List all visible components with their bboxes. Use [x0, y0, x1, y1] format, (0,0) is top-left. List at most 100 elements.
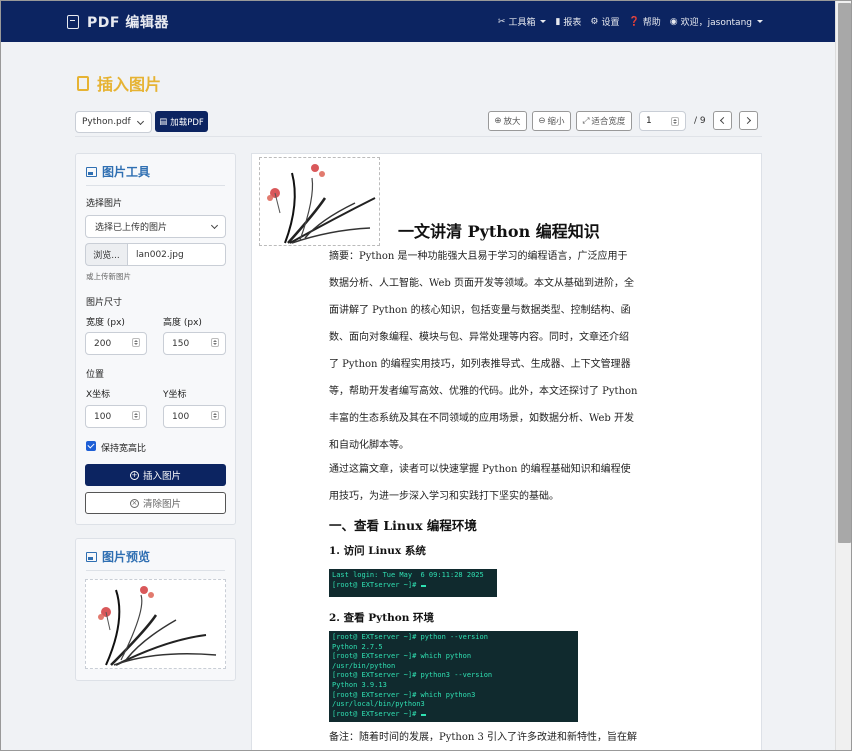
- select-image-label: 选择图片: [86, 199, 123, 209]
- page-number-input[interactable]: 1: [639, 111, 686, 131]
- pdf-file-icon: ▤: [159, 116, 168, 127]
- document-title: 一文讲清 Python 编程知识: [398, 222, 600, 241]
- scrollbar-thumb[interactable]: [838, 3, 851, 543]
- nav-settings-label: 设置: [601, 18, 620, 28]
- height-label: 高度 (px): [163, 318, 202, 328]
- fit-width-button[interactable]: ⤢ 适合宽度: [576, 111, 632, 131]
- keep-ratio-label[interactable]: 保持宽高比: [101, 441, 146, 454]
- image-icon: [86, 551, 97, 562]
- x-coordinate-input[interactable]: 100: [85, 405, 147, 428]
- divider: [86, 185, 225, 186]
- width-input[interactable]: 200: [85, 332, 147, 355]
- chevron-down-icon: [210, 221, 219, 230]
- zoom-out-label: 缩小: [547, 117, 565, 127]
- terminal-line: [root@ EXTserver ~]# which python: [332, 652, 472, 661]
- terminal-line: [root@ EXTserver ~]# python3 --version: [332, 671, 493, 680]
- pdf-file-select-value: Python.pdf: [82, 117, 131, 127]
- pdf-file-select[interactable]: Python.pdf: [75, 111, 152, 133]
- vertical-scrollbar[interactable]: [835, 1, 851, 750]
- height-input[interactable]: 150: [163, 332, 226, 355]
- upload-hint: 或上传新图片: [86, 272, 131, 281]
- plus-circle-icon: +: [129, 470, 139, 480]
- abstract-paragraph: 摘要：Python 是一种功能强大且易于学习的编程语言，广泛应用于 数据分析、人…: [329, 243, 689, 459]
- uploaded-image-select[interactable]: 选择已上传的图片: [85, 215, 226, 238]
- gear-icon: ⚙: [590, 16, 599, 27]
- y-coordinate-input[interactable]: 100: [163, 405, 226, 428]
- image-preview-panel: 图片预览: [75, 538, 236, 681]
- clear-image-button[interactable]: × 清除图片: [85, 492, 226, 514]
- terminal-line: /usr/local/bin/python3: [332, 700, 425, 709]
- caret-down-icon: [540, 20, 547, 23]
- nav-help[interactable]: ❓ 帮助: [629, 15, 661, 29]
- insert-image-button[interactable]: + 插入图片: [85, 464, 226, 486]
- nav-menu: ✂ 工具箱 ▮ 报表 ⚙ 设置 ❓ 帮助 ◉ 欢迎，jasontang: [498, 1, 763, 42]
- nav-reports[interactable]: ▮ 报表: [555, 15, 582, 29]
- spinner-icon[interactable]: [132, 411, 140, 420]
- chevron-left-icon: [719, 116, 728, 125]
- image-preview-title: 图片预览: [86, 548, 150, 565]
- pdf-file-icon: [77, 75, 89, 91]
- nav-tools-dropdown[interactable]: ✂ 工具箱: [498, 15, 547, 28]
- note-paragraph: 备注：随着时间的发展，Python 3 引入了许多改进和新特性，旨在解: [329, 732, 638, 743]
- brand-title: PDF 编辑器: [87, 14, 169, 31]
- intro-line: 通过这篇文章，读者可以快速掌握 Python 的编程基础知识和编程使: [329, 464, 631, 475]
- fit-width-icon: ⤢: [582, 116, 590, 126]
- terminal-prompt: [root@ EXTserver ~]#: [332, 580, 421, 589]
- nav-user-dropdown[interactable]: ◉ 欢迎，jasontang: [670, 15, 763, 28]
- height-value: 150: [172, 338, 190, 349]
- zoom-in-icon: ⊕: [494, 116, 502, 126]
- brand[interactable]: PDF 编辑器: [67, 12, 169, 32]
- zoom-out-button[interactable]: ⊖ 缩小: [532, 111, 571, 131]
- x-coordinate-value: 100: [94, 411, 112, 422]
- terminal-screenshot-login: Last login: Tue May 6 09:11:28 2025 [root…: [329, 569, 497, 597]
- zoom-out-icon: ⊖: [538, 116, 546, 126]
- y-coordinate-value: 100: [172, 411, 190, 422]
- insert-image-label: 插入图片: [142, 471, 181, 482]
- keep-ratio-checkbox[interactable]: [86, 441, 96, 451]
- clear-image-label: 清除图片: [142, 499, 181, 510]
- file-input[interactable]: lan002.jpg: [127, 243, 226, 266]
- image-preview: [85, 579, 226, 669]
- inserted-image[interactable]: [259, 157, 380, 246]
- terminal-line: Python 2.7.5: [332, 642, 383, 651]
- x-coordinate-label: X坐标: [86, 390, 111, 400]
- terminal-prompt: [root@ EXTserver ~]#: [332, 709, 421, 718]
- browse-button[interactable]: 浏览...: [85, 243, 127, 266]
- spinner-icon[interactable]: [132, 338, 140, 347]
- spinner-icon[interactable]: [211, 411, 219, 420]
- divider: [86, 570, 225, 571]
- abstract-line: 面讲解了 Python 的核心知识，包括变量与数据类型、控制结构、函: [329, 305, 631, 316]
- abstract-line: 数据分析、人工智能、Web 页面开发等领域。本文从基础到进阶，全: [329, 278, 634, 289]
- spinner-icon[interactable]: [671, 117, 679, 126]
- load-pdf-button[interactable]: ▤ 加载PDF: [155, 111, 208, 132]
- prev-page-button[interactable]: [713, 111, 732, 130]
- wrench-icon: ✂: [497, 16, 506, 27]
- page-total: / 9: [694, 116, 706, 126]
- close-circle-icon: ×: [129, 498, 139, 508]
- caret-down-icon: [757, 20, 763, 23]
- uploaded-image-select-value: 选择已上传的图片: [95, 223, 168, 233]
- spinner-icon[interactable]: [211, 338, 219, 347]
- intro-paragraph: 通过这篇文章，读者可以快速掌握 Python 的编程基础知识和编程使 用技巧，为…: [329, 456, 689, 510]
- subsection-heading: 2. 查看 Python 环境: [329, 612, 435, 624]
- zoom-in-button[interactable]: ⊕ 放大: [488, 111, 527, 131]
- pdf-file-icon: [67, 14, 79, 29]
- nav-settings[interactable]: ⚙ 设置: [590, 15, 620, 29]
- image-preview-title-text: 图片预览: [102, 550, 151, 564]
- y-coordinate-label: Y坐标: [163, 390, 187, 400]
- load-pdf-label: 加载PDF: [170, 117, 204, 128]
- terminal-line: Last login: Tue May 6 09:11:28 2025: [332, 571, 484, 579]
- fit-width-label: 适合宽度: [591, 117, 626, 127]
- nav-reports-label: 报表: [563, 18, 582, 28]
- terminal-line: [root@ EXTserver ~]# python --version: [332, 633, 488, 641]
- position-label: 位置: [86, 370, 105, 380]
- terminal-line: /usr/bin/python: [332, 661, 396, 670]
- browse-label: 浏览...: [93, 251, 120, 261]
- intro-line: 用技巧，为进一步深入学习和实践打下坚实的基础。: [329, 491, 559, 502]
- next-page-button[interactable]: [739, 111, 758, 130]
- abstract-line: 数、面向对象编程、模块与包、异常处理等内容。同时，文章还介绍: [329, 332, 629, 343]
- pdf-page-view[interactable]: 一文讲清 Python 编程知识 摘要：Python 是一种功能强大且易于学习的…: [251, 153, 762, 750]
- abstract-line: 等，帮助开发者编写高效、优雅的代码。此外，本文还探讨了 Python: [329, 386, 638, 397]
- cursor: [420, 584, 426, 587]
- image-tools-title: 图片工具: [86, 163, 150, 180]
